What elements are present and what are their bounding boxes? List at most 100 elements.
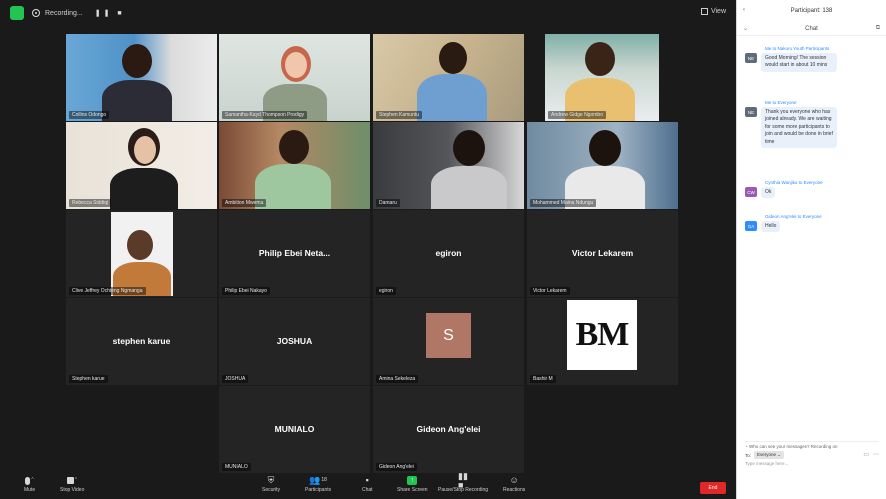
recipient-row: To: Everyone ⌄ ▭ ⋯ — [745, 451, 879, 459]
chat-header: ⌄ Chat ⧉ — [737, 22, 886, 36]
to-label: To: — [745, 452, 752, 458]
recording-label: Recording... — [45, 9, 83, 17]
participant-display-name: JOSHUA — [276, 336, 313, 346]
chat-title: Chat — [805, 25, 818, 32]
security-button[interactable]: ⛨ Security — [262, 475, 281, 494]
chevron-up-icon[interactable]: ^ — [75, 476, 77, 485]
view-label: View — [710, 8, 726, 15]
video-tile[interactable]: JOSHUA JOSHUA — [219, 298, 370, 385]
chat-button[interactable]: ▪ Chat — [362, 476, 373, 494]
participant-display-name: Philip Ebei Neta... — [258, 248, 331, 258]
participant-name: MUNIALO — [222, 463, 251, 471]
video-tile[interactable]: Mohammed Maina Ndungu — [527, 122, 678, 209]
video-feed — [527, 122, 678, 209]
security-shield-icon[interactable] — [10, 6, 24, 20]
participants-icon: 👥 — [309, 475, 321, 485]
video-tile[interactable]: egiron egiron — [373, 210, 524, 297]
chat-label: Chat — [362, 487, 373, 493]
share-screen-icon: ↑ — [407, 476, 418, 485]
file-icon[interactable]: ▭ — [863, 451, 869, 458]
video-gallery: Collins Odongo Samantha-Kayd Thompson Pr… — [0, 26, 736, 474]
security-label: Security — [262, 487, 281, 493]
message-sender: Me to Everyone — [765, 100, 797, 105]
reactions-icon: ☺ — [509, 475, 519, 485]
stop-video-button[interactable]: ^ Stop Video — [60, 476, 84, 493]
video-tile[interactable]: MUNIALO MUNIALO — [219, 386, 370, 473]
participant-name: egiron — [376, 287, 396, 295]
avatar: NE — [745, 53, 757, 63]
panel-header: ‹ Participant: 138 — [737, 0, 886, 22]
chat-actions: ▭ ⋯ — [863, 451, 879, 458]
video-feed — [66, 122, 217, 209]
chat-message: Gideon Ang'elei to Everyone GA Hello — [745, 214, 877, 233]
message-text: Good Morning! The session would start in… — [761, 53, 837, 72]
video-tile[interactable]: BM Bashir M — [527, 298, 678, 385]
participant-name: Samantha-Kayd Thompson Prodigy — [222, 111, 308, 119]
video-tile[interactable]: stephen karue Stephen karue — [66, 298, 217, 385]
avatar: S — [426, 313, 471, 358]
video-feed — [373, 122, 524, 209]
participants-button[interactable]: 👥 18 Participants — [305, 475, 331, 494]
visibility-tip[interactable]: ◔ Who can see your messages? Recording o… — [745, 441, 879, 449]
video-tile[interactable]: Stephen Kamuntu — [373, 34, 524, 121]
participant-display-name: egiron — [435, 248, 462, 258]
video-feed — [219, 122, 370, 209]
mute-button[interactable]: ^ Mute — [24, 476, 35, 493]
recipient-select[interactable]: Everyone ⌄ — [754, 451, 785, 459]
share-screen-label: Share Screen — [397, 487, 428, 493]
avatar: CW — [745, 187, 757, 197]
participant-name: Mohammed Maina Ndungu — [530, 199, 597, 207]
video-tile[interactable]: S Amina Sekeleza — [373, 298, 524, 385]
participant-name: JOSHUA — [222, 375, 249, 383]
message-sender: Me to Nakuru Youth Participants — [765, 46, 830, 51]
more-icon[interactable]: ⋯ — [873, 451, 879, 458]
participant-name: Gideon Ang'elei — [376, 463, 417, 471]
pause-stop-recording-button[interactable]: ▮▮ ■ Pause/Stop Recording — [438, 470, 489, 493]
participant-name: Ambition Mwema — [222, 199, 267, 207]
chat-message: Cynthia Wanjiku to Everyone CW Ok — [745, 180, 877, 199]
chevron-down-icon[interactable]: ⌄ — [743, 25, 748, 32]
collapse-icon[interactable]: ‹ — [743, 7, 745, 13]
chat-panel: ‹ Participant: 138 ⌄ Chat ⧉ Me to Nakuru… — [736, 0, 886, 499]
zoom-meeting-window: Recording... ❚❚ ■ View Collins Odongo Sa… — [0, 0, 886, 499]
recording-controls[interactable]: ❚❚ ■ — [95, 9, 125, 17]
participant-name: Bashir M — [530, 375, 556, 383]
avatar: GA — [745, 221, 757, 231]
end-meeting-button[interactable]: End — [700, 482, 726, 494]
participant-name: Philip Ebei Nakayo — [222, 287, 270, 295]
reactions-label: Reactions — [503, 487, 526, 493]
video-tile[interactable]: Collins Odongo — [66, 34, 217, 121]
message-sender: Gideon Ang'elei to Everyone — [765, 214, 822, 219]
chevron-up-icon[interactable]: ^ — [31, 476, 33, 485]
message-text: Ok — [761, 187, 776, 199]
pop-out-icon[interactable]: ⧉ — [876, 25, 880, 32]
video-tile[interactable]: Ambition Mwema — [219, 122, 370, 209]
top-bar: Recording... ❚❚ ■ View — [0, 0, 736, 26]
video-tile[interactable]: Philip Ebei Neta... Philip Ebei Nakayo — [219, 210, 370, 297]
video-feed — [219, 34, 370, 121]
panel-title: Participant: 138 — [790, 8, 833, 14]
participant-name: Collins Odongo — [69, 111, 110, 119]
video-feed — [373, 34, 524, 121]
video-tile-active-speaker[interactable]: Samantha-Kayd Thompson Prodigy — [219, 34, 370, 121]
reactions-button[interactable]: ☺ Reactions — [503, 475, 526, 494]
shield-icon: ⛨ — [267, 475, 275, 485]
video-tile[interactable]: Clive Jeffrey Ochieng Ngmanga — [66, 210, 217, 297]
video-camera-icon — [67, 477, 74, 484]
participant-display-name: stephen karue — [112, 336, 171, 346]
video-tile[interactable]: Rebecca Siddiqi — [66, 122, 217, 209]
video-tile[interactable]: Andrew Gidge Ngombo — [545, 34, 659, 121]
view-button[interactable]: View — [700, 8, 726, 15]
video-tile[interactable]: Damaru — [373, 122, 524, 209]
pause-stop-recording-label: Pause/Stop Recording — [438, 487, 489, 493]
video-tile[interactable]: Gideon Ang'elei Gideon Ang'elei — [373, 386, 524, 473]
chat-message-input[interactable]: Type message here... — [745, 461, 879, 477]
grid-view-icon — [700, 8, 708, 15]
share-screen-button[interactable]: ↑ Share Screen — [397, 476, 428, 493]
avatar: NE — [745, 107, 757, 117]
participant-display-name: MUNIALO — [274, 424, 315, 434]
participant-display-name: Victor Lekarem — [571, 248, 634, 258]
participant-name: Amina Sekeleza — [376, 375, 419, 383]
video-tile[interactable]: Victor Lekarem Victor Lekarem — [527, 210, 678, 297]
pause-stop-icon: ▮▮ ■ — [458, 470, 468, 490]
